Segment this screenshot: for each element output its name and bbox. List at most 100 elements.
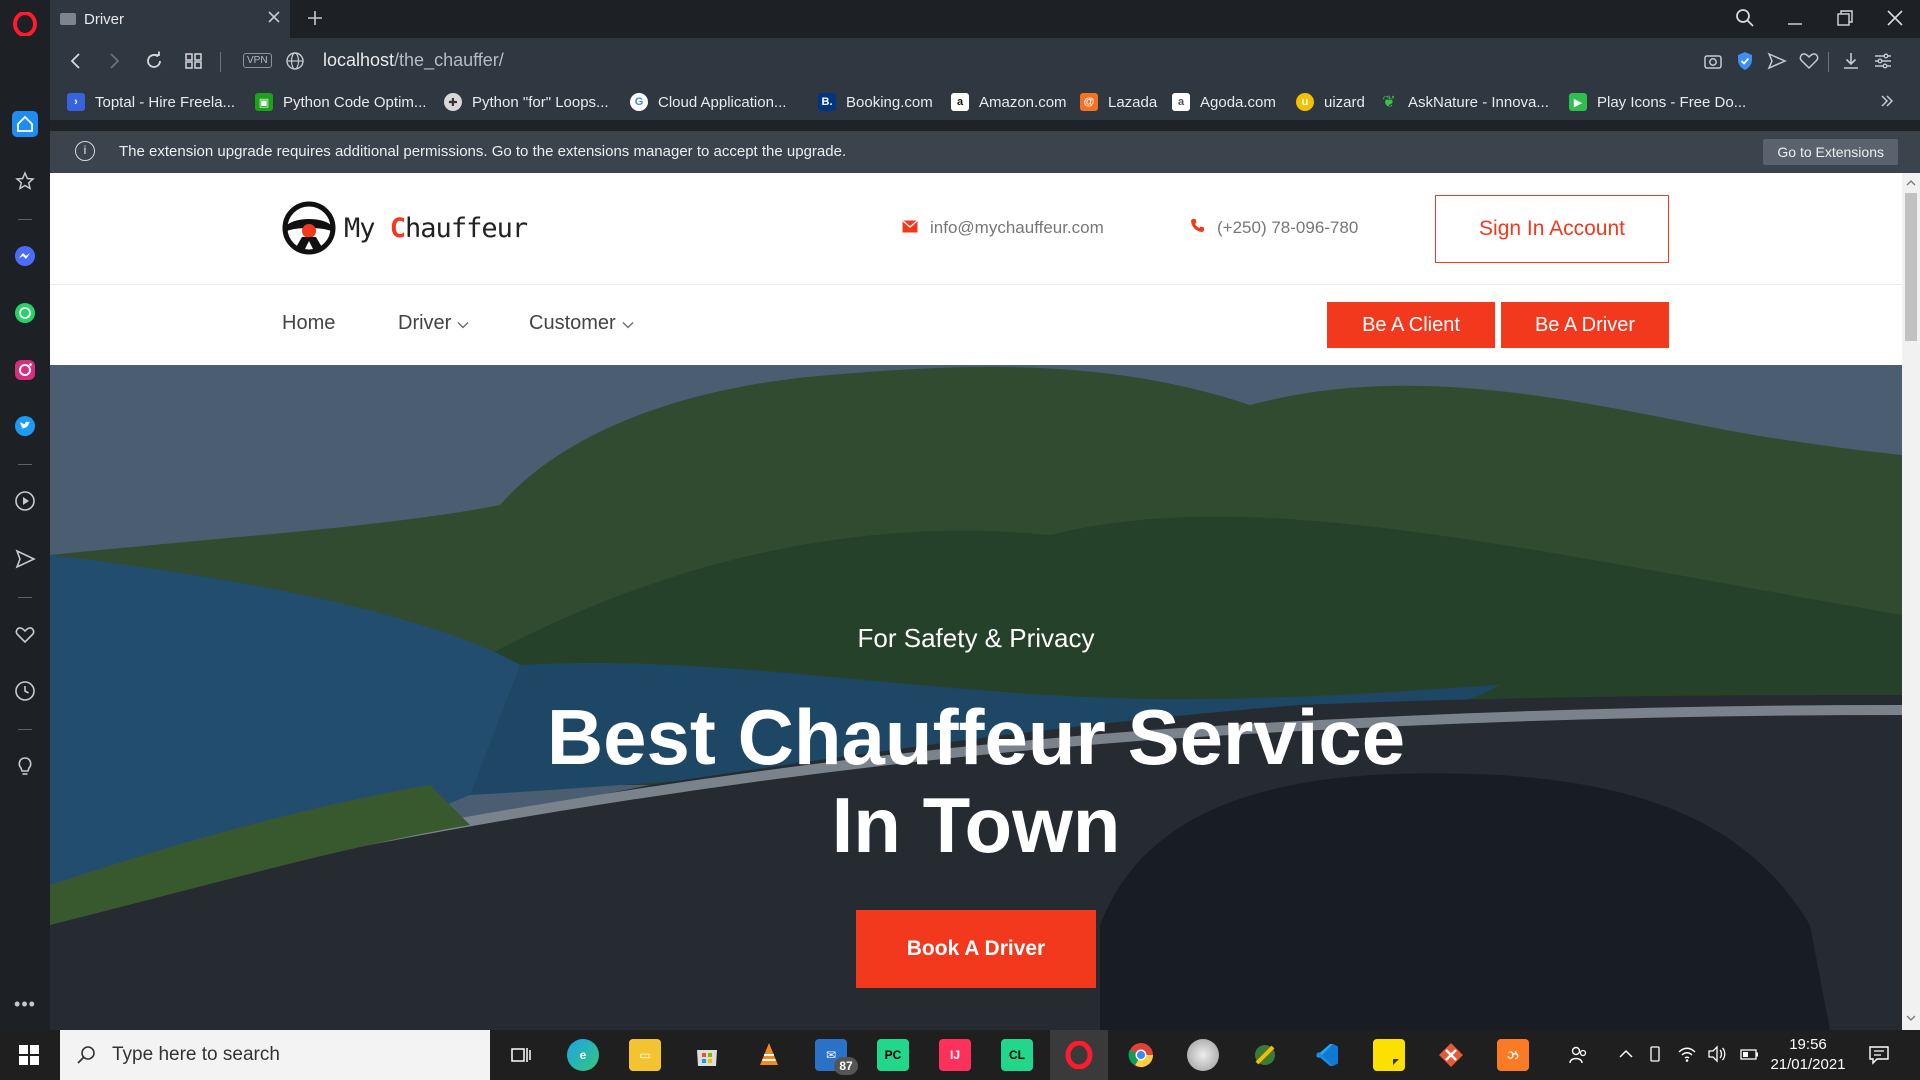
bookmark-python-code[interactable]: ▣ Python Code Optim...: [255, 93, 426, 111]
scroll-down-icon[interactable]: [1902, 1011, 1920, 1025]
reload-icon[interactable]: [143, 50, 165, 77]
taskbar-search-placeholder: Type here to search: [112, 1044, 280, 1065]
device-icon[interactable]: [1646, 1045, 1664, 1068]
logo-c: C: [389, 212, 406, 244]
volume-icon[interactable]: [1707, 1045, 1727, 1068]
people-icon[interactable]: [1568, 1045, 1588, 1070]
opera-sidebar: •••: [0, 0, 50, 1030]
tips-bulb-icon[interactable]: [12, 753, 38, 779]
more-dots-icon[interactable]: •••: [12, 991, 38, 1017]
be-a-driver-button[interactable]: Be A Driver: [1501, 302, 1669, 348]
scroll-up-icon[interactable]: [1902, 176, 1920, 190]
intellij-icon[interactable]: IJ: [939, 1039, 971, 1071]
bookmark-agoda[interactable]: a Agoda.com: [1172, 93, 1276, 111]
pycharm-icon[interactable]: PC: [877, 1039, 909, 1071]
edge-icon[interactable]: e: [567, 1039, 599, 1071]
opera-taskbar-icon[interactable]: [1063, 1039, 1095, 1071]
bookmark-uizard[interactable]: u uizard: [1296, 93, 1365, 111]
bookmark-amazon[interactable]: a Amazon.com: [951, 93, 1067, 111]
taskbar-clock[interactable]: 19:56 21/01/2021: [1768, 1035, 1848, 1075]
instagram-icon[interactable]: [12, 357, 38, 383]
nav-customer[interactable]: Customer: [529, 312, 634, 335]
player-icon[interactable]: [12, 488, 38, 514]
chevron-down-icon: [622, 312, 634, 335]
tab-search-icon[interactable]: [1735, 8, 1755, 33]
nav-driver[interactable]: Driver: [398, 312, 469, 335]
more-bookmarks-chevron-icon[interactable]: [1878, 92, 1896, 110]
bookmark-heart-icon[interactable]: [1798, 50, 1820, 77]
snapshot-camera-icon[interactable]: [1702, 50, 1724, 77]
flow-send-icon[interactable]: [12, 546, 38, 572]
back-icon[interactable]: [65, 50, 87, 77]
adblock-shield-icon[interactable]: [1734, 50, 1756, 77]
bookmark-play-icons[interactable]: ▶ Play Icons - Free Do...: [1569, 93, 1746, 111]
new-tab-plus-icon[interactable]: [305, 8, 325, 33]
messenger-icon[interactable]: [12, 243, 38, 269]
clion-icon[interactable]: CL: [1001, 1039, 1033, 1071]
microsoft-store-icon[interactable]: [691, 1039, 723, 1071]
bookmark-label: Booking.com: [846, 93, 933, 111]
download-icon[interactable]: [1840, 50, 1862, 77]
bookmark-python-loops[interactable]: ✚ Python "for" Loops...: [444, 93, 609, 111]
bookmarks-heart-icon[interactable]: [12, 622, 38, 648]
contact-email[interactable]: info@mychauffeur.com: [902, 218, 1104, 238]
vlc-icon[interactable]: [753, 1039, 785, 1071]
url-host: localhost: [323, 50, 395, 70]
bookmark-toptal[interactable]: › Toptal - Hire Freela...: [67, 93, 235, 111]
go-to-extensions-button[interactable]: Go to Extensions: [1763, 139, 1898, 165]
vscode-icon[interactable]: [1311, 1039, 1343, 1071]
vpn-badge[interactable]: VPN: [243, 53, 272, 68]
wifi-icon[interactable]: [1677, 1045, 1697, 1068]
tab-title: Driver: [84, 10, 124, 28]
bookmark-cloud-application[interactable]: G Cloud Application...: [630, 93, 786, 111]
bookmark-lazada[interactable]: @ Lazada: [1080, 93, 1157, 111]
be-a-client-button[interactable]: Be A Client: [1327, 302, 1495, 348]
sign-in-account-button[interactable]: Sign In Account: [1435, 195, 1669, 263]
flow-send-icon[interactable]: [1766, 50, 1788, 77]
nav-home[interactable]: Home: [282, 312, 335, 335]
bookmark-booking[interactable]: B. Booking.com: [818, 93, 933, 111]
xampp-icon[interactable]: ઝ: [1497, 1039, 1529, 1071]
show-hidden-icons-chevron-icon[interactable]: [1617, 1045, 1635, 1068]
whatsapp-icon[interactable]: [12, 300, 38, 326]
twitter-icon[interactable]: [12, 413, 38, 439]
taskbar-search-input[interactable]: Type here to search: [60, 1030, 490, 1080]
minimize-icon[interactable]: [1785, 8, 1805, 33]
bookmark-asknature[interactable]: ❦ AskNature - Innova...: [1380, 93, 1549, 112]
history-clock-icon[interactable]: [12, 678, 38, 704]
notifications-icon[interactable]: [1868, 1045, 1890, 1070]
tab-favicon-icon: [60, 13, 76, 25]
sourcetree-icon[interactable]: [1435, 1039, 1467, 1071]
toolbar-divider: [1828, 52, 1829, 72]
task-view-icon[interactable]: [505, 1039, 537, 1071]
book-a-driver-button[interactable]: Book A Driver: [856, 910, 1096, 988]
python-tool-icon[interactable]: [1249, 1039, 1281, 1071]
chrome-icon[interactable]: [1125, 1039, 1157, 1071]
asknature-icon: ❦: [1382, 94, 1396, 111]
opera-logo-icon[interactable]: [12, 11, 38, 37]
start-windows-icon[interactable]: [0, 1030, 58, 1080]
url-field[interactable]: localhost/the_chauffer/: [323, 50, 504, 71]
sidebar-divider: [18, 464, 32, 465]
tab-driver[interactable]: Driver: [50, 0, 290, 38]
close-window-icon[interactable]: [1885, 8, 1905, 33]
speed-dial-star-icon[interactable]: [12, 168, 38, 194]
info-icon: i: [75, 141, 95, 161]
scrollbar-thumb[interactable]: [1905, 193, 1917, 341]
sticky-notes-icon[interactable]: [1373, 1039, 1405, 1071]
app-sphere-icon[interactable]: [1187, 1039, 1219, 1071]
restore-icon[interactable]: [1835, 8, 1855, 33]
easy-setup-icon[interactable]: [1872, 50, 1894, 77]
extension-message: The extension upgrade requires additiona…: [119, 143, 847, 160]
tabs-grid-icon[interactable]: [183, 50, 205, 77]
steering-wheel-icon: [282, 201, 336, 255]
close-tab-icon[interactable]: [266, 9, 282, 29]
page-scrollbar[interactable]: [1902, 173, 1920, 1030]
forward-icon[interactable]: [103, 50, 125, 77]
globe-icon[interactable]: [284, 50, 306, 77]
site-logo[interactable]: My Chauffeur: [282, 201, 528, 255]
home-icon[interactable]: [12, 111, 38, 137]
file-explorer-icon[interactable]: ▭: [629, 1039, 661, 1071]
battery-icon[interactable]: [1737, 1045, 1759, 1068]
contact-phone[interactable]: (+250) 78-096-780: [1190, 218, 1358, 238]
